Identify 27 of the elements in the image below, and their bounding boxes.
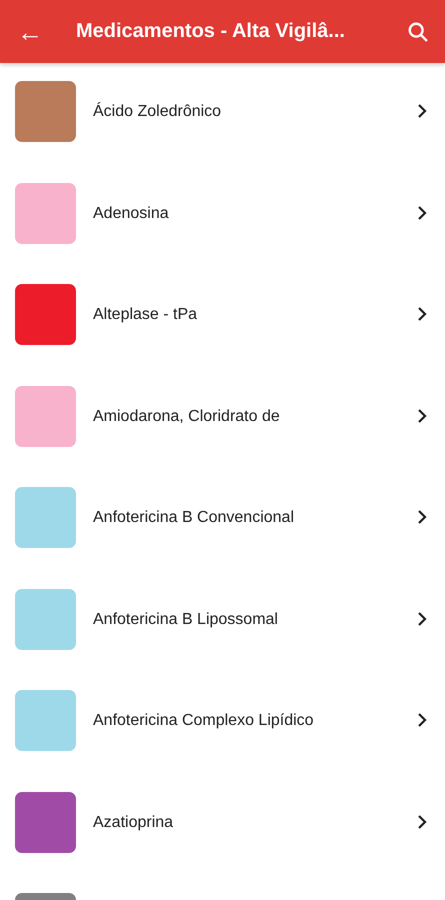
item-name: Adenosina: [93, 204, 170, 222]
item-name: Anfotericina B Convencional: [93, 508, 296, 527]
chevron-right-icon: [415, 610, 429, 626]
chevron-right-icon: [415, 306, 429, 322]
item-name: Alteplase - tPa: [93, 305, 198, 324]
back-button[interactable]: ←: [16, 18, 44, 44]
list-item[interactable]: Anfotericina B Lipossomal: [0, 570, 445, 672]
screen-title: Medicamentos - Alta Vigilâ...: [76, 20, 346, 43]
chevron-right-icon: [415, 712, 429, 728]
chevron-right-icon: [415, 509, 429, 525]
chevron-right-icon: [415, 814, 429, 830]
list-item[interactable]: Anfotericina B Convencional: [0, 469, 445, 570]
item-name: Anfotericina Complexo Lipídico: [93, 711, 315, 730]
search-icon[interactable]: [407, 20, 429, 42]
item-name: Anfotericina B Lipossomal: [93, 610, 279, 628]
list-item[interactable]: Anfotericina Complexo Lipídico: [0, 672, 445, 774]
list-item[interactable]: Alteplase - tPa: [0, 266, 445, 368]
chevron-right-icon: [415, 408, 429, 424]
item-name: Ácido Zoledrônico: [93, 102, 222, 121]
list-item[interactable]: Adenosina: [0, 164, 445, 266]
chevron-right-icon: [415, 103, 429, 119]
list-item[interactable]: Azatioprina: [0, 774, 445, 875]
item-name: Amiodarona, Cloridrato de: [93, 406, 281, 426]
chevron-right-icon: [415, 204, 429, 220]
item-name: Azatioprina: [93, 812, 174, 832]
list-item[interactable]: Ácido Zoledrônico: [0, 63, 445, 164]
list-item[interactable]: Amiodarona, Cloridrato de: [0, 368, 445, 469]
